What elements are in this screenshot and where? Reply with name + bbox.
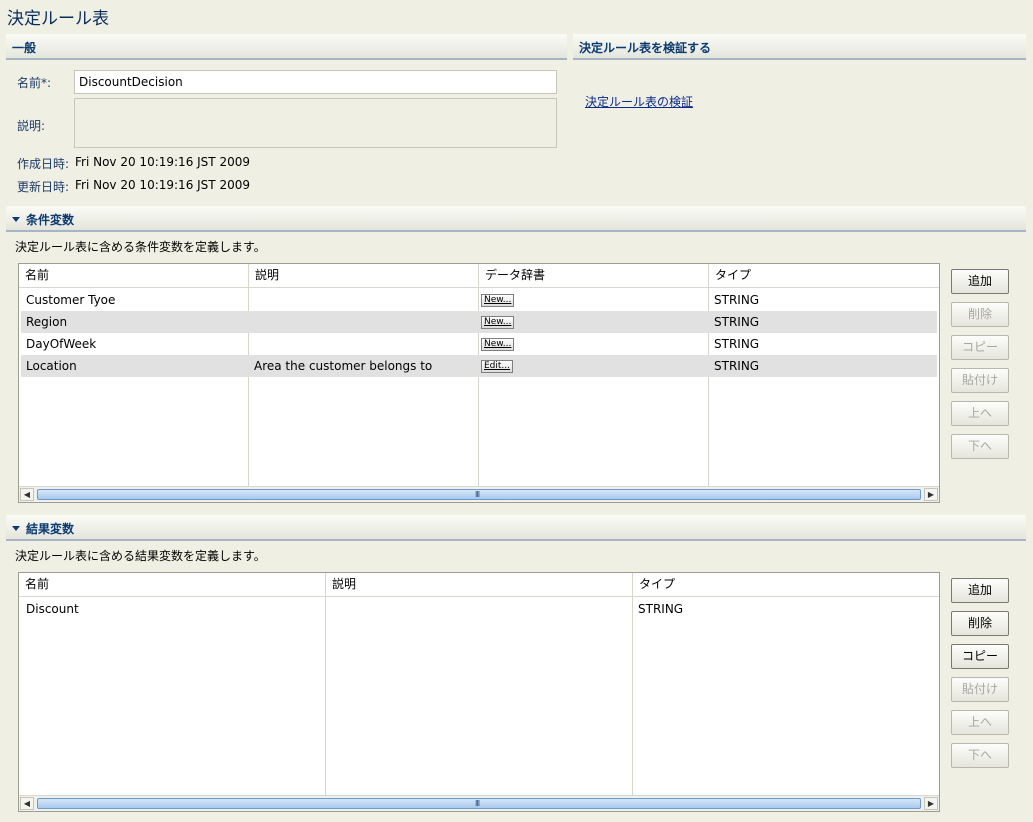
table-row[interactable]: Discount STRING <box>21 598 937 620</box>
verify-header-label: 決定ルール表を検証する <box>579 41 712 55</box>
results-section-header[interactable]: 結果変数 <box>6 515 1026 541</box>
cell-name[interactable]: Discount <box>21 598 79 620</box>
table-header: 名前 説明 タイプ <box>19 573 939 597</box>
conditions-delete-button[interactable]: 削除 <box>951 302 1009 327</box>
page-title: 決定ルール表 <box>7 9 109 29</box>
arrow-left-icon[interactable]: ◀ <box>20 797 34 810</box>
arrow-right-icon[interactable]: ▶ <box>924 488 938 501</box>
edit-dictionary-button[interactable]: Edit... <box>481 360 514 373</box>
column-header-name[interactable]: 名前 <box>19 264 49 288</box>
conditions-copy-button[interactable]: コピー <box>951 335 1009 360</box>
updated-value: Fri Nov 20 10:19:16 JST 2009 <box>75 178 250 192</box>
results-paste-button[interactable]: 貼付け <box>951 677 1009 702</box>
results-header-label: 結果変数 <box>26 522 75 536</box>
name-field[interactable]: DiscountDecision <box>74 70 557 94</box>
table-row[interactable]: Customer Tyoe New... STRING <box>21 289 937 311</box>
conditions-description: 決定ルール表に含める条件変数を定義します。 <box>15 240 266 254</box>
cell-type[interactable]: STRING <box>709 355 759 377</box>
column-header-name[interactable]: 名前 <box>19 573 49 597</box>
scroll-grip: III <box>475 799 480 808</box>
column-header-data-dictionary[interactable]: データ辞書 <box>479 264 545 288</box>
description-label: 説明: <box>17 119 46 133</box>
results-table: 名前 説明 タイプ Discount STRING ◀ III ▶ <box>18 572 940 812</box>
cell-type[interactable]: STRING <box>709 333 759 355</box>
table-row[interactable]: DayOfWeek New... STRING <box>21 333 937 355</box>
column-header-description[interactable]: 説明 <box>249 264 279 288</box>
cell-description[interactable]: Area the customer belongs to <box>249 355 432 377</box>
results-delete-button[interactable]: 削除 <box>951 611 1009 636</box>
results-up-button[interactable]: 上へ <box>951 710 1009 735</box>
conditions-up-button[interactable]: 上へ <box>951 401 1009 426</box>
column-header-description[interactable]: 説明 <box>326 573 356 597</box>
table-row[interactable]: Location Area the customer belongs to Ed… <box>21 355 937 377</box>
cell-description[interactable] <box>249 289 254 311</box>
verify-section-header: 決定ルール表を検証する <box>573 34 1026 60</box>
conditions-header-label: 条件変数 <box>26 213 75 227</box>
cell-name[interactable]: Region <box>21 311 67 333</box>
scroll-grip: III <box>475 490 480 499</box>
cell-type[interactable]: STRING <box>709 311 759 333</box>
arrow-left-icon[interactable]: ◀ <box>20 488 34 501</box>
triangle-down-icon <box>12 526 20 531</box>
name-label: 名前*: <box>17 76 52 90</box>
conditions-paste-button[interactable]: 貼付け <box>951 368 1009 393</box>
created-label: 作成日時: <box>17 157 70 171</box>
new-dictionary-button[interactable]: New... <box>481 316 515 329</box>
cell-description[interactable] <box>249 333 254 355</box>
triangle-down-icon <box>12 217 20 222</box>
results-add-button[interactable]: 追加 <box>951 578 1009 603</box>
updated-label: 更新日時: <box>17 180 70 194</box>
new-dictionary-button[interactable]: New... <box>481 338 515 351</box>
results-down-button[interactable]: 下へ <box>951 743 1009 768</box>
cell-type[interactable]: STRING <box>709 289 759 311</box>
results-copy-button[interactable]: コピー <box>951 644 1009 669</box>
general-section-header: 一般 <box>6 34 567 60</box>
cell-description[interactable] <box>326 598 331 620</box>
arrow-right-icon[interactable]: ▶ <box>924 797 938 810</box>
column-header-type[interactable]: タイプ <box>633 573 675 597</box>
horizontal-scrollbar[interactable]: ◀ III ▶ <box>19 795 939 811</box>
scrollbar-thumb[interactable]: III <box>37 798 921 809</box>
table-row[interactable]: Region New... STRING <box>21 311 937 333</box>
new-dictionary-button[interactable]: New... <box>481 294 515 307</box>
verify-link[interactable]: 決定ルール表の検証 <box>585 93 693 110</box>
created-value: Fri Nov 20 10:19:16 JST 2009 <box>75 155 250 169</box>
cell-name[interactable]: Location <box>21 355 77 377</box>
conditions-section-header[interactable]: 条件変数 <box>6 206 1026 232</box>
cell-name[interactable]: Customer Tyoe <box>21 289 115 311</box>
conditions-add-button[interactable]: 追加 <box>951 269 1009 294</box>
cell-type[interactable]: STRING <box>633 598 683 620</box>
horizontal-scrollbar[interactable]: ◀ III ▶ <box>19 486 939 502</box>
conditions-table: 名前 説明 データ辞書 タイプ Customer Tyoe New... STR… <box>18 263 940 503</box>
table-header: 名前 説明 データ辞書 タイプ <box>19 264 939 288</box>
cell-name[interactable]: DayOfWeek <box>21 333 96 355</box>
general-header-label: 一般 <box>12 41 37 55</box>
conditions-down-button[interactable]: 下へ <box>951 434 1009 459</box>
results-description: 決定ルール表に含める結果変数を定義します。 <box>15 549 266 563</box>
description-field[interactable] <box>74 98 557 148</box>
cell-description[interactable] <box>249 311 254 333</box>
column-header-type[interactable]: タイプ <box>709 264 751 288</box>
scrollbar-thumb[interactable]: III <box>37 489 921 500</box>
